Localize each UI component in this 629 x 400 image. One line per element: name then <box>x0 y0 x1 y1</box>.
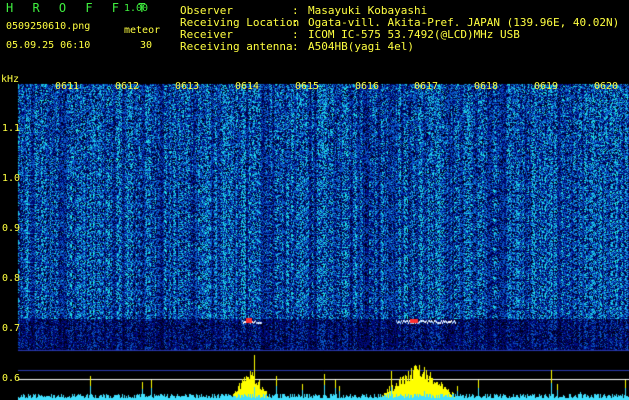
spectrogram <box>0 78 629 400</box>
y-tick-label: 0.8 <box>2 273 21 284</box>
header-panel: H R O F F T 1.00 0509250610.png meteor 0… <box>0 0 629 78</box>
y-tick-label: 0.7 <box>2 323 21 334</box>
station-info: Observer: Masayuki Kobayashi Receiving L… <box>180 5 619 53</box>
y-tick-label: 0.9 <box>2 223 21 234</box>
time-tick-label: 0612 <box>115 81 140 92</box>
time-tick-label: 0619 <box>534 81 559 92</box>
meteor-count: 30 <box>140 40 153 51</box>
info-row-antenna: Receiving antenna: A504HB(yagi 4el) <box>180 40 414 53</box>
y-tick-label: 0.6 <box>2 373 21 384</box>
app-version: 1.00 <box>124 3 149 14</box>
y-tick-label: 1.1 <box>2 123 21 134</box>
time-tick-label: 0613 <box>175 81 200 92</box>
timestamp: 05.09.25 06:10 <box>6 40 91 51</box>
info-value: A504HB(yagi 4el) <box>308 40 414 53</box>
time-tick-label: 0618 <box>474 81 499 92</box>
image-filename: 0509250610.png <box>6 21 91 32</box>
time-tick-label: 0611 <box>55 81 80 92</box>
time-tick-label: 0616 <box>355 81 380 92</box>
frequency-unit-label: kHz <box>1 74 20 85</box>
time-tick-label: 0614 <box>235 81 260 92</box>
info-key: Receiving antenna <box>180 40 293 53</box>
y-tick-label: 1.0 <box>2 173 21 184</box>
time-tick-label: 0617 <box>414 81 439 92</box>
meteor-label: meteor <box>124 25 161 36</box>
time-tick-label: 0615 <box>295 81 320 92</box>
time-tick-label: 0620 <box>594 81 619 92</box>
